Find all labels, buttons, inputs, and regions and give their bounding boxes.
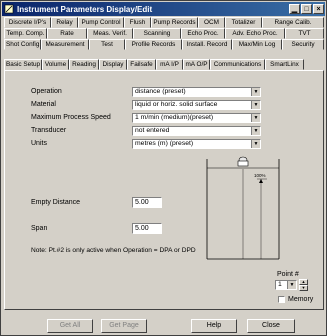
chevron-down-icon: ▼ xyxy=(251,101,260,109)
material-select[interactable]: liquid or horiz. solid surface ▼ xyxy=(132,100,261,110)
tab-reading[interactable]: Reading xyxy=(69,59,99,70)
spin-down-icon[interactable]: ▼ xyxy=(299,285,308,291)
tab-range-calib[interactable]: Range Calib. xyxy=(262,17,324,28)
max-process-speed-select[interactable]: 1 m/min (medium)(preset) ▼ xyxy=(132,113,261,123)
transducer-label: Transducer xyxy=(31,127,67,134)
tab-ma-op[interactable]: mA O/P xyxy=(183,59,210,70)
operation-label: Operation xyxy=(31,88,62,95)
close-icon: × xyxy=(316,5,321,13)
minimize-button[interactable]: ▁ xyxy=(289,4,300,14)
tab-test[interactable]: Test xyxy=(89,39,125,50)
chevron-down-icon: ▼ xyxy=(251,114,260,122)
maximize-icon: □ xyxy=(304,5,309,13)
close-window-button[interactable]: × xyxy=(313,4,324,14)
tab-ocm[interactable]: OCM xyxy=(198,17,225,28)
tab-shot-config[interactable]: Shot Config. xyxy=(4,39,41,50)
point-value: 1 xyxy=(278,281,282,288)
tab-adv-echo-proc[interactable]: Adv. Echo Proc. xyxy=(225,28,285,39)
transducer-select[interactable]: not entered ▼ xyxy=(132,126,261,136)
max-process-speed-value: 1 m/min (medium)(preset) xyxy=(135,114,214,121)
note-text: Note: Pt.#2 is only active when Operatio… xyxy=(31,247,196,254)
tab-display[interactable]: Display xyxy=(99,59,127,70)
percent-label: 100% xyxy=(254,173,266,178)
tab-tvt[interactable]: TVT xyxy=(285,28,324,39)
tab-ma-ip[interactable]: mA I/P xyxy=(156,59,183,70)
tab-totalizer[interactable]: Totalizer xyxy=(225,17,262,28)
memory-checkbox[interactable] xyxy=(278,296,285,303)
title-bar: Instrument Parameters Display/Edit ▁ □ × xyxy=(2,2,325,16)
maximize-button[interactable]: □ xyxy=(301,4,312,14)
material-value: liquid or horiz. solid surface xyxy=(135,101,218,108)
tab-rate[interactable]: Rate xyxy=(47,28,87,39)
tab-row-3: Shot Config. Measurement Test Profile Re… xyxy=(4,39,324,50)
app-icon xyxy=(4,4,14,14)
transducer-value: not entered xyxy=(135,127,170,134)
window-title: Instrument Parameters Display/Edit xyxy=(17,4,153,14)
get-page-button[interactable]: Get Page xyxy=(101,319,147,333)
close-button[interactable]: Close xyxy=(247,319,295,333)
tab-profile-records[interactable]: Profile Records xyxy=(125,39,182,50)
tab-discrete-ips[interactable]: Discrete I/P's xyxy=(4,17,51,28)
chevron-down-icon: ▼ xyxy=(251,127,260,135)
help-button[interactable]: Help xyxy=(191,319,237,333)
tab-security[interactable]: Security xyxy=(282,39,324,50)
tab-temp-comp[interactable]: Temp. Comp. xyxy=(4,28,47,39)
point-label: Point # xyxy=(277,271,299,278)
tab-scanning[interactable]: Scanning xyxy=(133,28,181,39)
get-all-button[interactable]: Get All xyxy=(47,319,93,333)
chevron-down-icon: ▼ xyxy=(287,281,296,289)
point-select[interactable]: 1 ▼ xyxy=(275,280,297,290)
units-value: metres (m) (preset) xyxy=(135,140,194,147)
point-spinner[interactable]: ▲ ▼ xyxy=(299,279,308,291)
memory-label: Memory xyxy=(288,296,314,303)
transducer-icon xyxy=(237,156,249,167)
tab-flush[interactable]: Flush xyxy=(124,17,151,28)
empty-distance-label: Empty Distance xyxy=(31,199,81,206)
tab-meas-verif[interactable]: Meas. Verif. xyxy=(87,28,133,39)
span-field[interactable]: 5.00 xyxy=(132,223,162,234)
tab-install-record[interactable]: Install. Record xyxy=(182,39,232,50)
instrument-parameters-window: Instrument Parameters Display/Edit ▁ □ ×… xyxy=(0,0,327,336)
tank-diagram xyxy=(206,156,280,260)
units-select[interactable]: metres (m) (preset) ▼ xyxy=(132,139,261,149)
empty-distance-field[interactable]: 5.00 xyxy=(132,197,162,208)
minimize-icon: ▁ xyxy=(291,5,298,13)
chevron-down-icon: ▼ xyxy=(251,88,260,96)
tab-row-1: Discrete I/P's Relay Pump Control Flush … xyxy=(4,17,324,28)
tab-smartlinx[interactable]: SmartLinx xyxy=(265,59,304,70)
tab-measurement[interactable]: Measurement xyxy=(41,39,89,50)
tab-communications[interactable]: Communications xyxy=(210,59,265,70)
tab-pump-records[interactable]: Pump Records xyxy=(151,17,198,28)
span-label: Span xyxy=(31,225,48,232)
tab-relay[interactable]: Relay xyxy=(51,17,78,28)
tab-volume[interactable]: Volume xyxy=(42,59,69,70)
tab-echo-proc[interactable]: Echo Proc. xyxy=(181,28,225,39)
chevron-down-icon: ▼ xyxy=(251,140,260,148)
tab-max-min-log[interactable]: Max/Min Log xyxy=(232,39,282,50)
operation-value: distance (preset) xyxy=(135,88,186,95)
units-label: Units xyxy=(31,140,47,147)
operation-select[interactable]: distance (preset) ▼ xyxy=(132,87,261,97)
tab-pump-control[interactable]: Pump Control xyxy=(78,17,124,28)
tab-row-2: Temp. Comp. Rate Meas. Verif. Scanning E… xyxy=(4,28,324,39)
max-process-speed-label: Maximum Process Speed xyxy=(31,114,111,121)
material-label: Material xyxy=(31,101,56,108)
tab-failsafe[interactable]: Failsafe xyxy=(127,59,156,70)
